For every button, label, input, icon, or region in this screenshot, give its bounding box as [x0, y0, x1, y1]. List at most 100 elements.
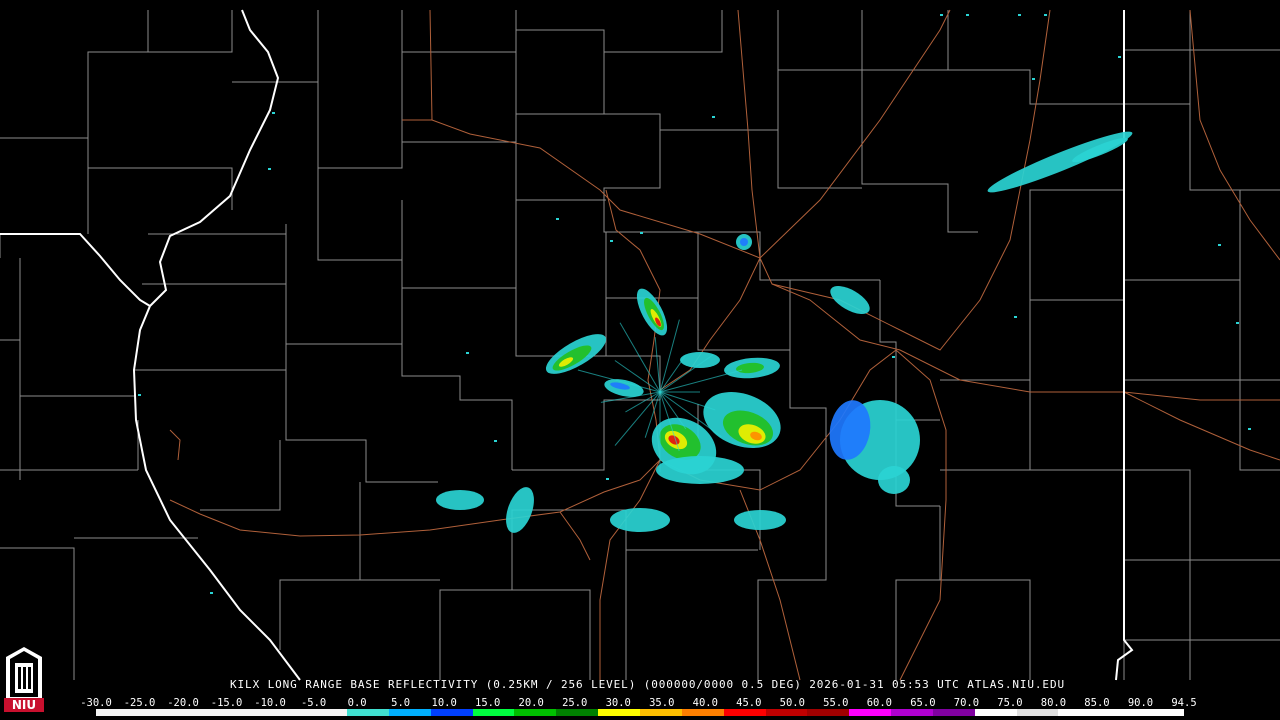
highway-line	[559, 511, 591, 561]
echo-speck	[1014, 316, 1017, 318]
county-line	[401, 200, 517, 289]
scale-label: -30.0	[80, 697, 112, 709]
radar-map	[0, 9, 1280, 681]
highway-line	[895, 349, 947, 681]
echo-speck	[1018, 14, 1021, 16]
scale-label: 50.0	[779, 697, 805, 709]
colorbar-segment	[1058, 709, 1101, 716]
scale-label: -5.0	[300, 697, 327, 709]
echo-band	[987, 131, 1133, 193]
colorbar-segment	[1016, 709, 1059, 716]
county-line	[439, 509, 627, 680]
scale-label: 25.0	[562, 697, 588, 709]
county-line	[401, 344, 513, 470]
county-line	[605, 232, 699, 299]
scale-label: 80.0	[1040, 697, 1067, 709]
scale-label: -10.0	[254, 697, 286, 709]
highway-line	[1123, 391, 1280, 461]
colorbar-segment	[849, 709, 892, 716]
echo-speck	[1236, 322, 1239, 324]
county-line	[862, 10, 949, 71]
county-line	[1123, 190, 1241, 281]
echo-speck	[892, 356, 895, 358]
colorbar-segment	[388, 709, 431, 716]
colorbar-segment	[807, 709, 850, 716]
county-line	[1239, 280, 1280, 381]
highway-line	[759, 9, 951, 259]
colorbar-segment	[221, 709, 264, 716]
county-line	[861, 70, 978, 233]
echo-cell	[734, 510, 786, 530]
state-boundary	[132, 9, 301, 681]
county-line	[757, 506, 827, 680]
colorbar-segment	[1142, 709, 1184, 716]
colorbar-segment	[974, 709, 1017, 716]
county-line	[1124, 103, 1280, 191]
county-line	[200, 440, 281, 511]
scale-label: -25.0	[123, 697, 156, 709]
county-line	[402, 141, 606, 201]
echo-cell	[656, 456, 744, 484]
echo-speck	[138, 394, 141, 396]
echo-speck	[1248, 428, 1251, 430]
colorbar-segment	[305, 709, 348, 716]
county-boundaries	[0, 10, 1280, 680]
county-line	[232, 10, 403, 169]
county-line	[285, 224, 403, 345]
colorbar-segment	[1100, 709, 1143, 716]
echo-speck	[640, 232, 643, 234]
highway-line	[599, 459, 661, 680]
county-line	[87, 138, 233, 210]
colorbar-segment	[556, 709, 599, 716]
echo-speck	[606, 478, 609, 480]
county-line	[789, 350, 827, 506]
county-line	[895, 579, 940, 680]
colorbar-segment	[765, 709, 808, 716]
scale-label: 20.0	[518, 697, 544, 709]
reflectivity-colorbar	[96, 709, 1184, 716]
state-boundary	[1115, 10, 1134, 681]
county-line	[604, 10, 863, 131]
echo-speck	[1118, 56, 1121, 58]
highway-line	[169, 429, 181, 461]
scale-label: 45.0	[736, 697, 762, 709]
scale-label: 40.0	[692, 697, 718, 709]
scale-label: 30.0	[605, 697, 631, 709]
highway-line	[1189, 9, 1280, 261]
county-line	[1029, 380, 1124, 471]
county-line	[1029, 189, 1124, 300]
logo-text: NIU	[4, 698, 44, 712]
echo-speck	[494, 440, 497, 442]
colorbar-segment	[472, 709, 515, 716]
colorbar-segment	[137, 709, 180, 716]
colorbar-segment	[723, 709, 766, 716]
colorbar-segment	[891, 709, 933, 716]
scale-label: 10.0	[431, 697, 457, 709]
county-line	[1124, 379, 1280, 471]
county-line	[879, 280, 940, 421]
echo-speck	[268, 168, 271, 170]
highway-line	[169, 189, 661, 537]
echo-spoke	[659, 369, 743, 393]
colorbar-segment	[263, 709, 306, 716]
echo-speck	[556, 218, 559, 220]
echo-speck	[966, 14, 969, 16]
echo-speck	[712, 116, 715, 118]
county-line	[948, 69, 1124, 105]
scale-label: 90.0	[1127, 697, 1154, 709]
product-caption: KILX LONG RANGE BASE REFLECTIVITY (0.25K…	[230, 678, 1066, 691]
scale-label: 94.5	[1171, 697, 1197, 709]
county-line	[285, 370, 438, 483]
highway-line	[737, 9, 761, 259]
county-line	[512, 589, 591, 680]
county-line	[777, 130, 862, 189]
echo-speck	[272, 112, 275, 114]
colorbar-segment	[681, 709, 724, 716]
county-line	[134, 344, 287, 371]
scale-label: 65.0	[910, 697, 936, 709]
echo-cell	[740, 238, 748, 246]
scale-label: 0.0	[347, 697, 367, 709]
echo-speck	[210, 592, 213, 594]
colorbar-segment	[347, 709, 389, 716]
county-line	[148, 10, 233, 53]
